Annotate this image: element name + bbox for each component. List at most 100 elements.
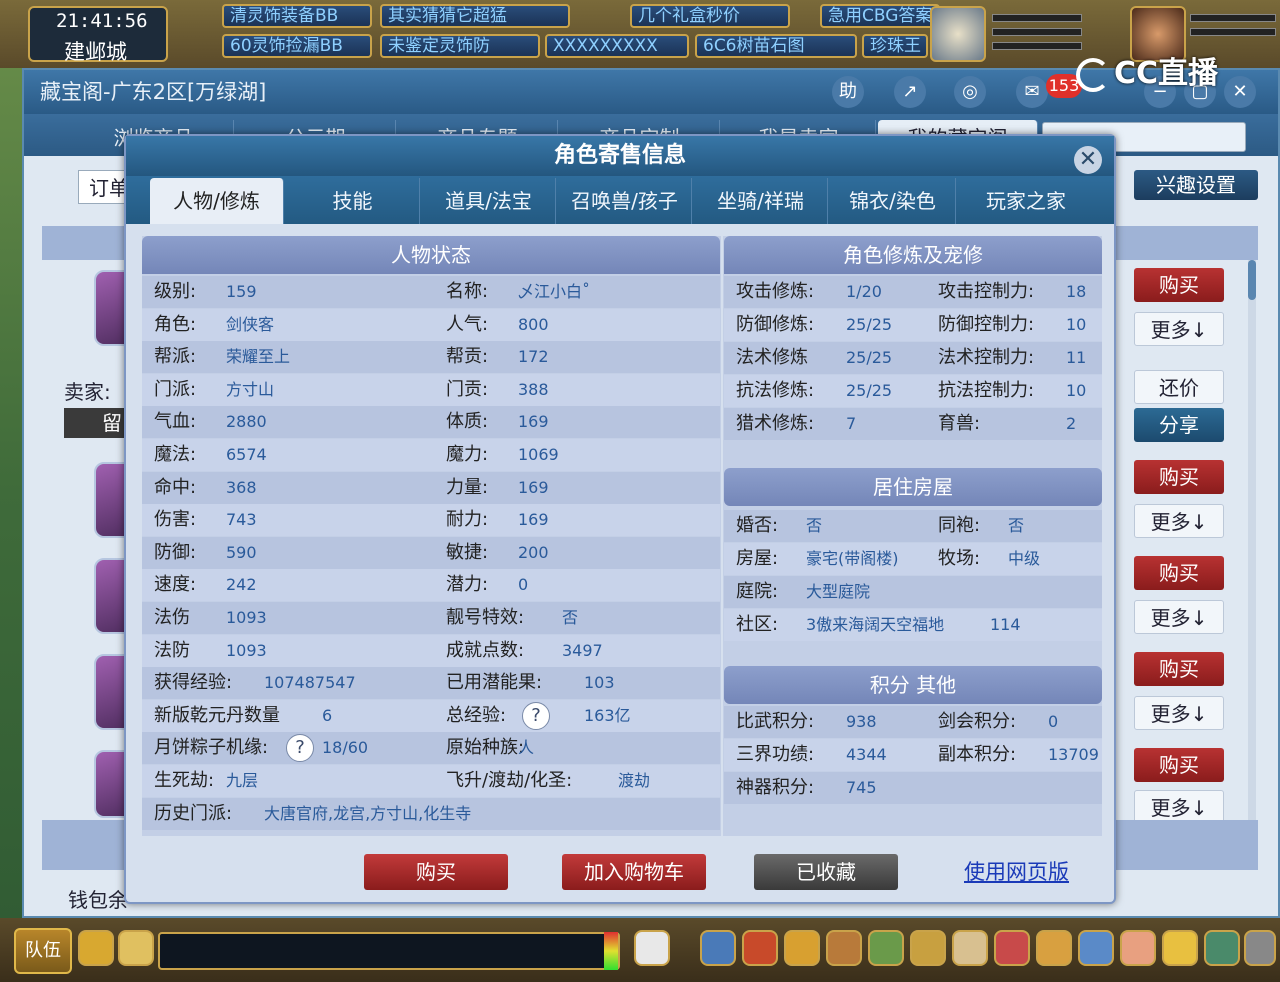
tab-skills[interactable]: 技能 xyxy=(286,178,420,224)
game-tab-5[interactable]: 60灵饰捡漏BB xyxy=(222,34,372,58)
pet-icon[interactable] xyxy=(634,930,670,966)
house-row: 房屋: 豪宅(带阁楼) 牧场: 中级 xyxy=(724,543,1102,575)
status-label: 人气: xyxy=(446,313,489,335)
more-button[interactable]: 更多↓ xyxy=(1134,696,1224,730)
share-icon[interactable]: ↗ xyxy=(894,76,926,108)
game-tab-2[interactable]: 其实猜猜它超猛 xyxy=(380,4,570,28)
help-question-icon[interactable]: ? xyxy=(286,734,314,763)
tab-mounts[interactable]: 坐骑/祥瑞 xyxy=(694,178,828,224)
skill-icon[interactable] xyxy=(910,930,946,966)
cultivation-value: 10 xyxy=(1066,315,1087,334)
score-value: 4344 xyxy=(846,745,887,764)
score-value: 0 xyxy=(1048,712,1059,731)
score-value: 938 xyxy=(846,712,877,731)
tab-pets[interactable]: 召唤兽/孩子 xyxy=(558,178,692,224)
add-to-cart-button[interactable]: 加入购物车 xyxy=(562,854,706,890)
score-label: 副本积分: xyxy=(938,744,1017,765)
more-button[interactable]: 更多↓ xyxy=(1134,790,1224,824)
tab-character[interactable]: 人物/修炼 xyxy=(150,178,284,224)
menu-icon[interactable] xyxy=(1244,930,1276,966)
favorited-button[interactable]: 已收藏 xyxy=(754,854,898,890)
status-row: 级别: 159 名称: 乄江小白˚ xyxy=(142,276,720,308)
game-tab-4[interactable]: 急用CBG答案 xyxy=(820,4,940,28)
game-tab-9[interactable]: 珍珠王 xyxy=(862,34,928,58)
microphone-icon[interactable] xyxy=(78,930,114,966)
emote-icon[interactable] xyxy=(1162,930,1198,966)
cultivation-value: 25/25 xyxy=(846,381,893,400)
cultivation-section-header: 角色修炼及宠修 xyxy=(724,236,1102,274)
team-icon[interactable] xyxy=(868,930,904,966)
pet-exp-bar xyxy=(992,42,1082,50)
chat-bubble-icon[interactable] xyxy=(118,930,154,966)
scroll-thumb[interactable] xyxy=(1248,260,1256,300)
score-label: 三界功绩: xyxy=(736,744,815,765)
status-value: 107487547 xyxy=(264,673,356,693)
buy-button[interactable]: 购买 xyxy=(1134,556,1224,590)
interest-settings-button[interactable]: 兴趣设置 xyxy=(1134,170,1258,200)
status-label: 新版乾元丹数量 xyxy=(154,704,280,726)
message-icon[interactable]: ✉ xyxy=(1016,76,1048,108)
buy-button[interactable]: 购买 xyxy=(1134,748,1224,782)
cultivation-value: 18 xyxy=(1066,282,1087,301)
chat-input[interactable] xyxy=(158,932,620,970)
buy-button[interactable]: 购买 xyxy=(364,854,508,890)
help-icon[interactable]: 助 xyxy=(832,76,864,108)
cultivation-value: 25/25 xyxy=(846,348,893,367)
list-scrollbar[interactable] xyxy=(1248,260,1256,820)
guild-icon[interactable] xyxy=(994,930,1030,966)
trade-icon[interactable] xyxy=(826,930,862,966)
settings-icon[interactable]: ◎ xyxy=(954,76,986,108)
buy-button[interactable]: 购买 xyxy=(1134,460,1224,494)
leave-message-button[interactable]: 留 xyxy=(64,408,128,438)
status-row: 历史门派: 大唐官府,龙宫,方寸山,化生寺 xyxy=(142,797,720,830)
status-value: 200 xyxy=(518,542,549,562)
status-value: 172 xyxy=(518,347,549,367)
game-tab-3[interactable]: 几个礼盒秒价 xyxy=(630,4,790,28)
help-question-icon[interactable]: ? xyxy=(522,701,550,730)
status-value: 方寸山 xyxy=(226,379,275,399)
cultivation-value: 1/20 xyxy=(846,282,882,301)
attack-icon[interactable] xyxy=(700,930,736,966)
game-tab-1[interactable]: 清灵饰装备BB xyxy=(222,4,372,28)
column-divider xyxy=(721,236,723,836)
game-tab-6[interactable]: 未鉴定灵饰防 xyxy=(380,34,540,58)
more-button[interactable]: 更多↓ xyxy=(1134,600,1224,634)
item-icon[interactable] xyxy=(742,930,778,966)
buy-button[interactable]: 购买 xyxy=(1134,268,1224,302)
cultivation-value: 2 xyxy=(1066,414,1077,433)
share-button[interactable]: 分享 xyxy=(1134,408,1224,442)
status-value: 169 xyxy=(518,477,549,497)
game-tab-8[interactable]: 6C6树苗石图 xyxy=(695,34,857,58)
give-icon[interactable] xyxy=(784,930,820,966)
cc-logo-icon xyxy=(1076,57,1110,92)
status-value: 103 xyxy=(584,673,615,693)
more-button[interactable]: 更多↓ xyxy=(1134,312,1224,346)
use-web-version-link[interactable]: 使用网页版 xyxy=(964,856,1069,886)
bell-icon[interactable] xyxy=(1036,930,1072,966)
status-label: 名称: xyxy=(446,281,489,302)
player-hp-bar xyxy=(1190,14,1276,22)
buy-button[interactable]: 购买 xyxy=(1134,652,1224,686)
quest-icon[interactable] xyxy=(952,930,988,966)
status-label: 力量: xyxy=(446,476,489,498)
friends-icon[interactable] xyxy=(1078,930,1114,966)
house-label: 婚否: xyxy=(736,515,779,536)
score-label: 比武积分: xyxy=(736,711,815,732)
cultivation-value: 10 xyxy=(1066,381,1087,400)
status-value: 163亿 xyxy=(584,705,631,725)
tab-costume[interactable]: 锦衣/染色 xyxy=(830,178,956,224)
game-tab-7[interactable]: XXXXXXXXX xyxy=(545,34,689,58)
tab-items[interactable]: 道具/法宝 xyxy=(422,178,556,224)
tab-home[interactable]: 玩家之家 xyxy=(958,178,1094,224)
house-row: 社区: 3傲来海阔天空福地 114 xyxy=(724,609,1102,641)
system-icon[interactable] xyxy=(1204,930,1240,966)
status-row: 生死劫: 九层 飞升/渡劫/化圣: 渡劫 xyxy=(142,765,720,797)
peach-icon[interactable] xyxy=(1120,930,1156,966)
bargain-button[interactable]: 还价 xyxy=(1134,370,1224,404)
close-icon[interactable]: ✕ xyxy=(1224,76,1256,108)
dialog-close-icon[interactable]: ✕ xyxy=(1074,146,1102,174)
status-label: 伤害: xyxy=(154,509,197,531)
more-button[interactable]: 更多↓ xyxy=(1134,504,1224,538)
pet-avatar-icon[interactable] xyxy=(930,6,986,62)
team-button[interactable]: 队伍 xyxy=(14,928,72,974)
